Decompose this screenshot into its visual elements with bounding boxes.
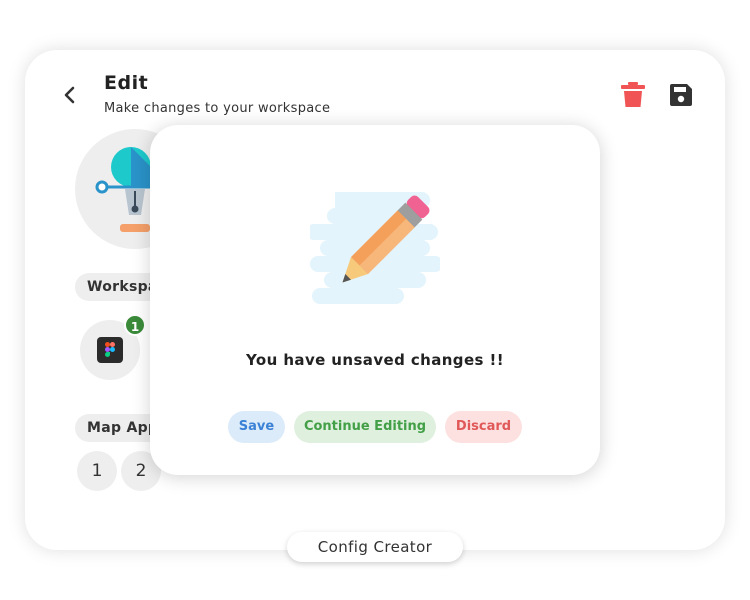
page-subtitle: Make changes to your workspace — [104, 101, 331, 116]
unsaved-changes-message: You have unsaved changes !! — [246, 351, 504, 369]
save-button[interactable]: Save — [228, 411, 285, 443]
pencil-illustration — [306, 190, 443, 310]
figma-icon — [97, 337, 123, 363]
pencil-icon — [306, 192, 443, 304]
unsaved-changes-dialog: You have unsaved changes !! Save Continu… — [150, 125, 600, 475]
delete-button[interactable] — [621, 82, 645, 108]
config-creator-tab[interactable]: Config Creator — [287, 532, 463, 562]
page-title: Edit — [104, 72, 149, 94]
map-app-item[interactable]: 1 — [77, 451, 117, 491]
back-button[interactable] — [59, 84, 81, 106]
save-icon-button[interactable] — [668, 82, 694, 108]
chevron-left-icon — [64, 86, 75, 104]
trash-icon — [621, 82, 645, 107]
app-count-badge: 1 — [124, 314, 146, 336]
continue-editing-button[interactable]: Continue Editing — [294, 411, 436, 443]
discard-button[interactable]: Discard — [445, 411, 522, 443]
floppy-disk-icon — [670, 84, 692, 106]
